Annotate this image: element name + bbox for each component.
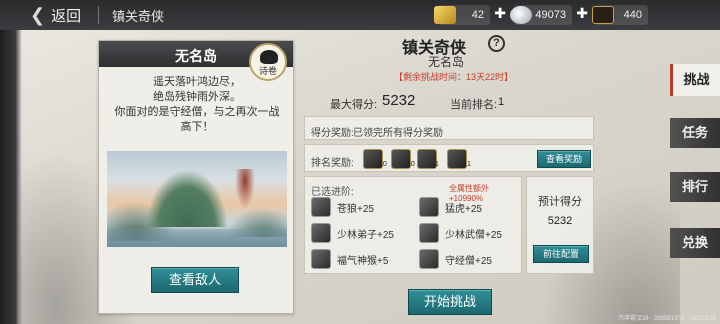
back-button[interactable]: ❮ 返回 — [30, 4, 81, 26]
token-value: 440 — [623, 9, 642, 21]
max-score-label: 最大得分: — [330, 99, 378, 111]
reward-count: 1 — [467, 161, 471, 168]
silver-value: 49073 — [535, 9, 566, 21]
poem-line-1: 遥天落叶鸿边尽， — [153, 76, 241, 88]
silver-ingot-icon — [510, 6, 532, 24]
reward-count: 10 — [407, 161, 415, 168]
tab-exchange[interactable]: 兑换 — [670, 228, 720, 258]
advance-item[interactable]: 猛虎+25 — [419, 197, 482, 217]
chevron-left-icon: ❮ — [30, 4, 46, 25]
score-reward-value: 已领完所有得分奖励 — [353, 128, 443, 139]
advance-item[interactable]: 守经僧+25 — [419, 249, 492, 269]
advance-item[interactable]: 福气神猴+5 — [311, 249, 388, 269]
stage-description: 遥天落叶鸿边尽， 绝岛残钟雨外深。 你面对的是守经僧，与之再次一战 高下！ — [105, 75, 289, 135]
poem-line-4: 高下！ — [180, 121, 214, 133]
score-reward-label: 得分奖励: — [311, 128, 354, 139]
stage-landscape-image — [107, 151, 287, 247]
advance-item[interactable]: 少林弟子+25 — [311, 223, 394, 243]
add-silver-icon[interactable]: ✚ — [576, 5, 588, 22]
advance-item[interactable]: 苍狼+25 — [311, 197, 374, 217]
stage-name: 无名岛 — [428, 55, 465, 69]
reward-count: 10 — [379, 161, 387, 168]
rank-value: 1 — [498, 96, 505, 108]
goto-config-button[interactable]: 前往配置 — [533, 245, 589, 263]
max-score-value: 5232 — [382, 92, 416, 109]
gold-value: 42 — [471, 9, 484, 21]
poem-line-3: 你面对的是守经僧，与之再次一战 — [114, 106, 280, 118]
tab-tasks[interactable]: 任务 — [670, 118, 720, 148]
back-label: 返回 — [51, 7, 82, 25]
token-icon — [592, 6, 614, 24]
top-bar: ❮ 返回 镇关奇侠 42 ✚ 49073 ✚ 440 — [0, 0, 720, 30]
advance-item[interactable]: 少林武僧+25 — [419, 223, 502, 243]
tab-ranking[interactable]: 排行 — [670, 172, 720, 202]
predicted-score-panel: 预计得分 5232 前往配置 — [526, 176, 594, 274]
silver-resource: 49073 ✚ — [510, 5, 588, 25]
view-enemy-button[interactable]: 查看敌人 — [151, 267, 239, 293]
tab-challenge[interactable]: 挑战 — [670, 64, 720, 96]
rank-reward-panel: 排名奖励: 10 10 1 1 查看奖励 — [304, 144, 594, 172]
predicted-score-label: 预计得分 — [538, 196, 582, 208]
avatar-hair — [260, 50, 278, 64]
help-icon[interactable]: ? — [488, 35, 505, 52]
start-challenge-button[interactable]: 开始挑战 — [408, 289, 492, 315]
gold-resource: 42 ✚ — [434, 5, 506, 25]
divider — [98, 6, 99, 24]
monk-disciple-icon — [311, 223, 331, 243]
view-rewards-button[interactable]: 查看奖励 — [537, 150, 591, 168]
ink-border-left — [0, 0, 22, 324]
stage-card: 无名岛 诗卷 遥天落叶鸿边尽， 绝岛残钟雨外深。 你面对的是守经僧，与之再次一战… — [98, 40, 294, 314]
predicted-score-value: 5232 — [547, 215, 573, 227]
remaining-time: 【剩余挑战时间：13天22时】 — [394, 72, 514, 82]
token-resource: 440 — [592, 5, 648, 25]
reward-count: 1 — [435, 161, 439, 168]
selected-advances-panel: 已选进阶: 全属性额外+10990% 苍狼+25 猛虎+25 少林弟子+25 少… — [304, 176, 522, 274]
rank-reward-label: 排名奖励: — [311, 158, 354, 169]
monkey-icon — [311, 249, 331, 269]
warrior-monk-icon — [419, 223, 439, 243]
reward-item-icon[interactable] — [447, 149, 467, 169]
poem-line-2: 绝岛残钟雨外深。 — [153, 91, 241, 103]
footer-info: 汽冲霄汉38 · 288581373 · 08250133 — [617, 316, 716, 322]
page-title: 镇关奇侠 — [112, 9, 165, 24]
add-gold-icon[interactable]: ✚ — [494, 5, 506, 22]
rank-label: 当前排名: — [450, 99, 498, 111]
guardian-monk-icon — [419, 249, 439, 269]
tiger-icon — [419, 197, 439, 217]
wolf-icon — [311, 197, 331, 217]
gold-ingot-icon — [434, 6, 456, 24]
selected-advances-label: 已选进阶: — [311, 187, 354, 198]
score-reward-panel: 得分奖励: 已领完所有得分奖励 — [304, 116, 594, 140]
reward-character-icon[interactable] — [417, 149, 437, 169]
